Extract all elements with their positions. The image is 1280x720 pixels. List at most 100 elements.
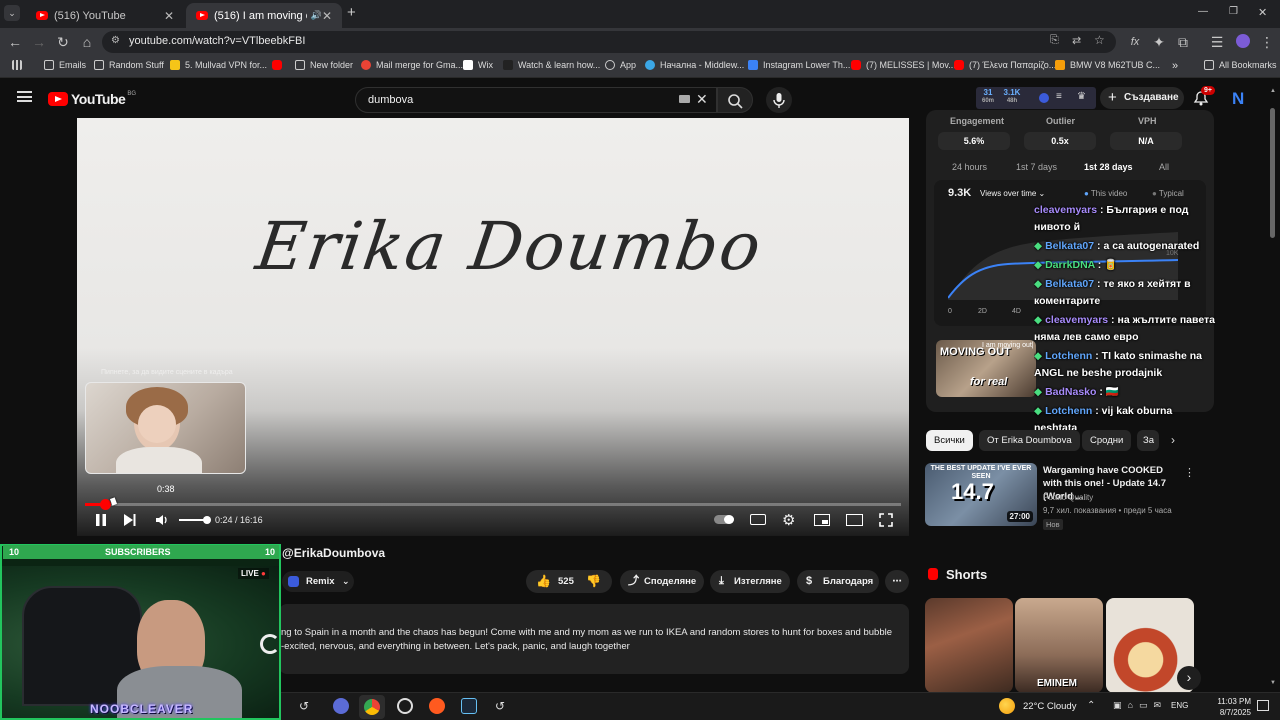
range-tab-all[interactable]: All [1159,162,1169,172]
progress-scrubber-handle[interactable] [100,499,111,510]
fullscreen-icon[interactable] [879,513,893,527]
range-tab-28d[interactable]: 1st 28 days [1084,162,1133,172]
bookmark-item[interactable]: Mail merge for Gma... [361,60,463,70]
remix-button[interactable]: Remix ⌄ [282,571,354,592]
reading-list-icon[interactable]: ☰ [1208,33,1226,51]
all-bookmarks-button[interactable]: All Bookmarks [1204,60,1277,70]
download-button[interactable]: ⤓ Изтегляне [710,570,790,593]
range-tab-24h[interactable]: 24 hours [952,162,987,172]
audio-playing-icon[interactable]: 🔊 [311,10,322,21]
bookmark-item[interactable]: Watch & learn how... [503,60,600,70]
voice-search-button[interactable] [766,87,792,113]
hamburger-menu-icon[interactable] [17,91,32,102]
vidiq-toolbar[interactable]: 31 60m 3.1K 48h ≡ ♛ [976,87,1096,109]
bookmark-item[interactable]: BMW V8 M62TUB C... [1055,60,1160,70]
next-video-button[interactable] [124,514,136,526]
thanks-button[interactable]: $ Благодаря [797,570,879,593]
notifications-bell-icon[interactable]: 9+ [1193,86,1215,106]
install-app-icon[interactable]: ⎘ [1050,34,1059,47]
clock[interactable]: 11:03 PM 8/7/2025 [1199,696,1251,718]
related-video-thumbnail[interactable]: I am moving out| MOVING OUT for real [936,340,1036,397]
miniplayer-icon[interactable] [814,514,830,526]
chip-from-channel[interactable]: От Erika Doumbova [979,430,1080,451]
bookmark-item[interactable]: Instagram Lower Th... [748,60,850,70]
short-thumbnail[interactable] [925,598,1013,693]
create-button[interactable]: + Създаване [1100,87,1184,109]
more-bookmarks-icon[interactable]: » [1172,60,1178,72]
restore-button[interactable]: ❐ [1229,6,1238,17]
back-arrow-icon[interactable]: ← [6,33,24,51]
bookmark-item[interactable]: App [605,60,636,70]
close-tab-icon[interactable]: ✕ [164,9,174,23]
search-input[interactable]: dumbova ✕ [355,87,717,113]
range-tab-7d[interactable]: 1st 7 days [1016,162,1057,172]
video-player[interactable]: Erika Doumbo Пипнете, за да видите сцени… [77,118,909,536]
tray-icons[interactable]: ▣⌂▭✉ [1113,700,1167,711]
subtitles-icon[interactable] [750,514,766,525]
chrome-taskbar-button[interactable] [359,695,385,719]
keyboard-icon[interactable] [679,95,690,103]
scrollbar-thumb[interactable] [1270,108,1275,238]
bookmark-item[interactable]: 5. Mullvad VPN for... [170,60,267,70]
autoplay-toggle[interactable] [714,515,734,524]
account-avatar[interactable]: N [1232,89,1244,109]
extension-icon[interactable]: ✦ [1150,33,1168,51]
obs-icon[interactable] [397,698,413,714]
extensions-puzzle-icon[interactable]: ⧉ [1174,33,1192,51]
bookmark-item[interactable]: Начална - Middlew... [645,60,744,70]
reload-icon[interactable]: ↻ [54,33,72,51]
language-indicator[interactable]: ENG [1171,701,1188,710]
progress-bar[interactable] [85,499,901,510]
share-button[interactable]: ⤴ Споделяне [620,570,704,593]
clear-search-icon[interactable]: ✕ [696,91,708,108]
like-button[interactable]: 👍 525 👎 [526,570,612,593]
search-button[interactable] [717,87,753,113]
volume-slider[interactable] [179,516,211,524]
taskbar-app-icon[interactable]: ↺ [299,699,309,713]
new-tab-button[interactable]: + [347,4,356,21]
bookmark-item[interactable]: Wix [463,60,493,70]
settings-gear-icon[interactable]: ⚙ [782,511,795,529]
home-icon[interactable]: ⌂ [78,33,96,51]
steam-icon[interactable] [461,698,477,714]
channel-handle[interactable]: @ErikaDoumbova [282,546,385,560]
tab-current-video[interactable]: (516) I am moving out| Pre 🔊 ✕ [186,3,342,28]
bookmark-item[interactable]: (7) MELISSES | Mov... [851,60,956,70]
app-icon[interactable] [429,698,445,714]
bookmark-item[interactable]: New folder [295,60,353,70]
views-dropdown[interactable]: Views over time ⌄ [980,189,1045,198]
site-info-icon[interactable]: ⚙ [111,35,120,46]
discord-icon[interactable] [333,698,349,714]
tab-youtube-home[interactable]: (516) YouTube ✕ [26,3,184,28]
bookmark-item[interactable]: Random Stuff [94,60,164,70]
bookmark-item[interactable]: Emails [44,60,86,70]
chips-next-arrow-icon[interactable]: › [1171,433,1175,447]
bookmark-star-icon[interactable]: ☆ [1094,33,1105,47]
trophy-icon[interactable]: ♛ [1077,91,1086,102]
youtube-logo[interactable]: YouTube BG [48,91,136,107]
shorts-next-arrow-icon[interactable]: › [1177,666,1201,690]
more-options-icon[interactable]: ⋮ [1184,466,1195,479]
weather-text[interactable]: 22°C Cloudy [1023,701,1076,712]
address-bar[interactable]: ⚙ youtube.com/watch?v=VTlbeebkFBI ⎘ ⇄ ☆ [102,31,1116,53]
tab-search-button[interactable]: ⌄ [4,5,20,21]
page-scrollbar[interactable]: ▲ ▼ [1270,88,1276,688]
forward-arrow-icon[interactable]: → [30,33,48,51]
minimize-button[interactable]: — [1198,6,1208,17]
notification-center-icon[interactable] [1257,700,1269,711]
thumbs-down-icon[interactable]: 👎 [586,570,601,593]
close-window-button[interactable]: ✕ [1258,6,1267,19]
description-box[interactable]: ng to Spain in a month and the chaos has… [279,604,909,674]
recommendation-channel[interactable]: Potato Quality [1043,493,1093,502]
list-icon[interactable]: ≡ [1056,91,1062,102]
bookmark-item[interactable]: (7) Έλενα Παπαρίζο... [954,60,1056,70]
pause-button[interactable] [95,514,107,526]
translate-icon[interactable]: ⇄ [1072,34,1081,47]
taskbar-app-icon[interactable]: ↺ [495,699,505,713]
profile-avatar[interactable] [1236,34,1250,48]
apps-grid-icon[interactable] [12,60,27,70]
chip-all[interactable]: Всички [926,430,973,451]
more-actions-button[interactable]: ⋯ [885,570,909,593]
recommendation-thumbnail[interactable]: THE BEST UPDATE I'VE EVER SEEN 14.7 27:0… [925,463,1037,526]
short-thumbnail[interactable]: EMINEM [1015,598,1103,693]
